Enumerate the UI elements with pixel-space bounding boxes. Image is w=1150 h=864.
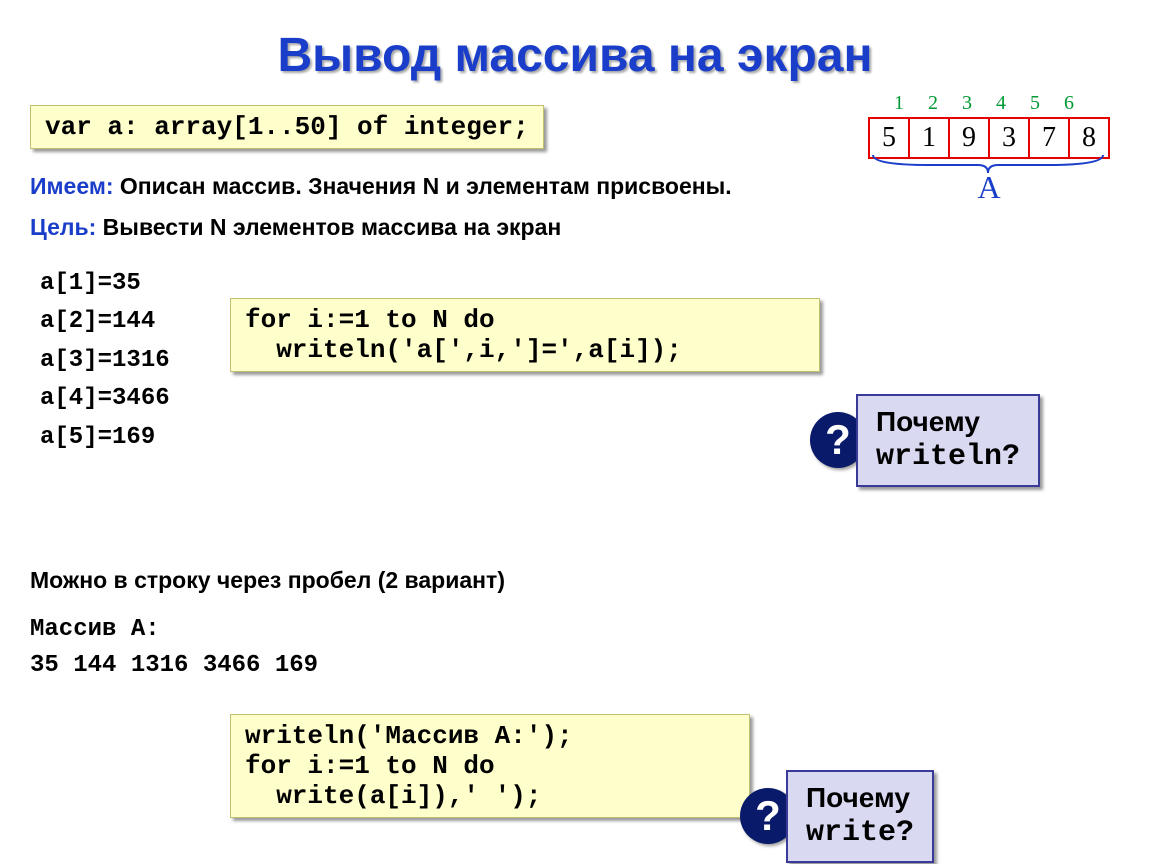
array-cell: 1 [910, 119, 950, 157]
array-label: A [868, 169, 1110, 206]
variant-heading: Можно в строку через пробел (2 вариант) [30, 567, 1120, 594]
array-cell: 5 [870, 119, 910, 157]
goal-line: Цель: Вывести N элементов массива на экр… [30, 214, 1120, 241]
array-cell: 7 [1030, 119, 1070, 157]
array-cells: 5 1 9 3 7 8 [868, 117, 1110, 159]
array-cell: 8 [1070, 119, 1108, 157]
loop-code-1: for i:=1 to N do writeln('a[',i,']=',a[i… [230, 298, 820, 372]
page-title: Вывод массива на экран [30, 28, 1120, 83]
declaration-code: var a: array[1..50] of integer; [30, 105, 544, 149]
loop-code-2: writeln('Массив A:'); for i:=1 to N do w… [230, 714, 750, 818]
array-cell: 9 [950, 119, 990, 157]
callout-write: ? Почему write? [740, 770, 934, 863]
callout-writeln: ? Почему writeln? [810, 394, 1040, 487]
callout-box: Почему writeln? [856, 394, 1040, 487]
array-output-values: 35 144 1316 3466 169 [30, 648, 1120, 684]
array-output-title: Массив A: [30, 612, 1120, 648]
array-indices: 123456 [868, 92, 1110, 115]
array-cell: 3 [990, 119, 1030, 157]
callout-box: Почему write? [786, 770, 934, 863]
array-output-block: Массив A: 35 144 1316 3466 169 [30, 612, 1120, 684]
array-visual: 123456 5 1 9 3 7 8 A [868, 92, 1110, 206]
